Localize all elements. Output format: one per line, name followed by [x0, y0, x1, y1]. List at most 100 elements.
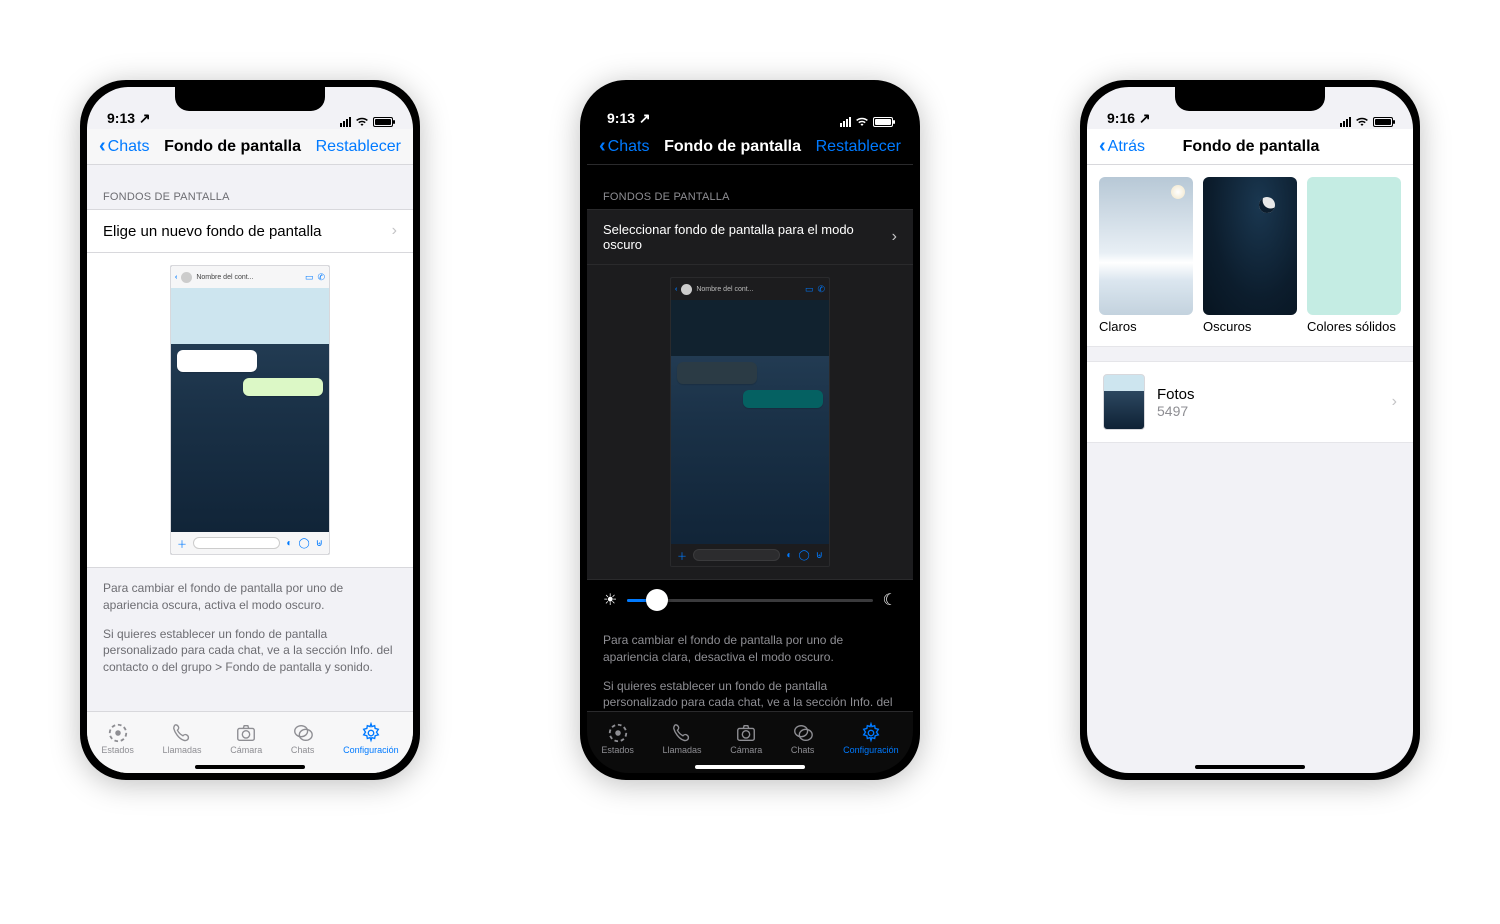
status-icon [107, 722, 129, 744]
calls-icon [171, 722, 193, 744]
phone-dark: 9:13 ↗ ‹ Chats Fondo de pantalla Restabl… [580, 80, 920, 780]
footer-note-2: Si quieres establecer un fondo de pantal… [587, 678, 913, 711]
moon-icon: ☾ [883, 590, 897, 610]
tab-camera[interactable]: Cámara [730, 722, 762, 755]
notch [675, 87, 825, 111]
plus-icon: ＋ [677, 548, 687, 563]
tab-status[interactable]: Estados [601, 722, 634, 755]
sun-icon: ☀ [603, 590, 617, 610]
category-label: Claros [1099, 319, 1193, 334]
video-icon: ▭ [305, 272, 314, 283]
tab-settings[interactable]: Configuración [343, 722, 399, 755]
choose-wallpaper-row[interactable]: Seleccionar fondo de pantalla para el mo… [587, 209, 913, 265]
reset-button[interactable]: Restablecer [316, 138, 401, 156]
wifi-icon [855, 117, 869, 127]
category-solid[interactable]: Colores sólidos [1307, 177, 1401, 334]
chevron-right-icon: › [892, 228, 897, 246]
tab-chats[interactable]: Chats [791, 722, 815, 755]
brightness-slider[interactable]: ☀ ☾ [587, 580, 913, 620]
tab-bar: Estados Llamadas Cámara Chats Configurac… [87, 711, 413, 773]
chat-preview: ‹ Nombre del cont... ▭ ✆ ＋ ◐ [170, 265, 330, 555]
battery-icon [373, 117, 393, 127]
home-indicator [1195, 765, 1305, 769]
outgoing-bubble [743, 390, 823, 408]
chevron-right-icon: › [1392, 393, 1397, 411]
battery-icon [1373, 117, 1393, 127]
category-label: Colores sólidos [1307, 319, 1401, 334]
choose-wallpaper-row[interactable]: Elige un nuevo fondo de pantalla › [87, 209, 413, 253]
photos-label: Fotos [1157, 386, 1380, 403]
tab-settings[interactable]: Configuración [843, 722, 899, 755]
phone-light: 9:13 ↗ ‹ Chats Fondo de pantalla Restabl… [80, 80, 420, 780]
tab-camera[interactable]: Cámara [230, 722, 262, 755]
avatar-icon [181, 272, 192, 283]
tab-bar: Estados Llamadas Cámara Chats Configurac… [587, 711, 913, 773]
plus-icon: ＋ [177, 536, 187, 551]
footer-note-1: Para cambiar el fondo de pantalla por un… [587, 620, 913, 678]
wifi-icon [1355, 117, 1369, 127]
footer-note-1: Para cambiar el fondo de pantalla por un… [87, 568, 413, 626]
nav-title: Fondo de pantalla [164, 138, 301, 156]
input-preview [193, 537, 280, 549]
preview-contact: Nombre del cont... [196, 274, 301, 281]
nav-title: Fondo de pantalla [664, 138, 801, 156]
signal-icon [1340, 117, 1351, 127]
calls-icon [671, 722, 693, 744]
category-light[interactable]: Claros [1099, 177, 1193, 334]
status-time: 9:13 ↗ [607, 110, 651, 127]
photos-thumb [1103, 374, 1145, 430]
chats-icon [292, 722, 314, 744]
camera-icon [235, 722, 257, 744]
preview-back-icon: ‹ [675, 286, 677, 293]
phone-icon: ✆ [317, 272, 325, 283]
tab-chats[interactable]: Chats [291, 722, 315, 755]
chevron-left-icon: ‹ [99, 135, 106, 158]
signal-icon [840, 117, 851, 127]
notch [175, 87, 325, 111]
signal-icon [340, 117, 351, 127]
solid-thumb [1307, 177, 1401, 315]
phone-icon: ✆ [817, 284, 825, 295]
nav-title: Fondo de pantalla [1183, 138, 1320, 156]
reset-button[interactable]: Restablecer [816, 138, 901, 156]
chevron-right-icon: › [392, 222, 397, 240]
chat-preview: ‹ Nombre del cont... ▭ ✆ ＋ ◐ [670, 277, 830, 567]
tab-calls[interactable]: Llamadas [163, 722, 202, 755]
mic-icon: ⊎ [816, 550, 823, 561]
preview-back-icon: ‹ [175, 274, 177, 281]
light-thumb [1099, 177, 1193, 315]
choose-wallpaper-label: Seleccionar fondo de pantalla para el mo… [603, 222, 892, 252]
choose-wallpaper-label: Elige un nuevo fondo de pantalla [103, 223, 322, 240]
camera-icon [735, 722, 757, 744]
phone-categories: 9:16 ↗ ‹ Atrás Fondo de pantalla [1080, 80, 1420, 780]
camera-mini-icon: ◯ [298, 538, 309, 549]
back-button[interactable]: ‹ Atrás [1099, 135, 1145, 158]
outgoing-bubble [243, 378, 323, 396]
mic-icon: ⊎ [316, 538, 323, 549]
incoming-bubble [677, 362, 757, 384]
back-button[interactable]: ‹ Chats [99, 135, 149, 158]
back-button[interactable]: ‹ Chats [599, 135, 649, 158]
chats-icon [792, 722, 814, 744]
status-time: 9:16 ↗ [1107, 110, 1151, 127]
section-header: FONDOS DE PANTALLA [587, 165, 913, 209]
slider-track[interactable] [627, 599, 872, 602]
nav-header: ‹ Chats Fondo de pantalla Restablecer [587, 129, 913, 165]
notch [1175, 87, 1325, 111]
status-icon [607, 722, 629, 744]
photos-count: 5497 [1157, 403, 1380, 419]
chevron-left-icon: ‹ [599, 135, 606, 158]
sticker-icon: ◐ [286, 538, 292, 549]
home-indicator [195, 765, 305, 769]
tab-calls[interactable]: Llamadas [663, 722, 702, 755]
dark-thumb [1203, 177, 1297, 315]
slider-knob[interactable] [646, 589, 668, 611]
tab-status[interactable]: Estados [101, 722, 134, 755]
incoming-bubble [177, 350, 257, 372]
gear-icon [860, 722, 882, 744]
section-header: FONDOS DE PANTALLA [87, 165, 413, 209]
photos-row[interactable]: Fotos 5497 › [1087, 361, 1413, 443]
category-dark[interactable]: Oscuros [1203, 177, 1297, 334]
status-time: 9:13 ↗ [107, 110, 151, 127]
gear-icon [360, 722, 382, 744]
